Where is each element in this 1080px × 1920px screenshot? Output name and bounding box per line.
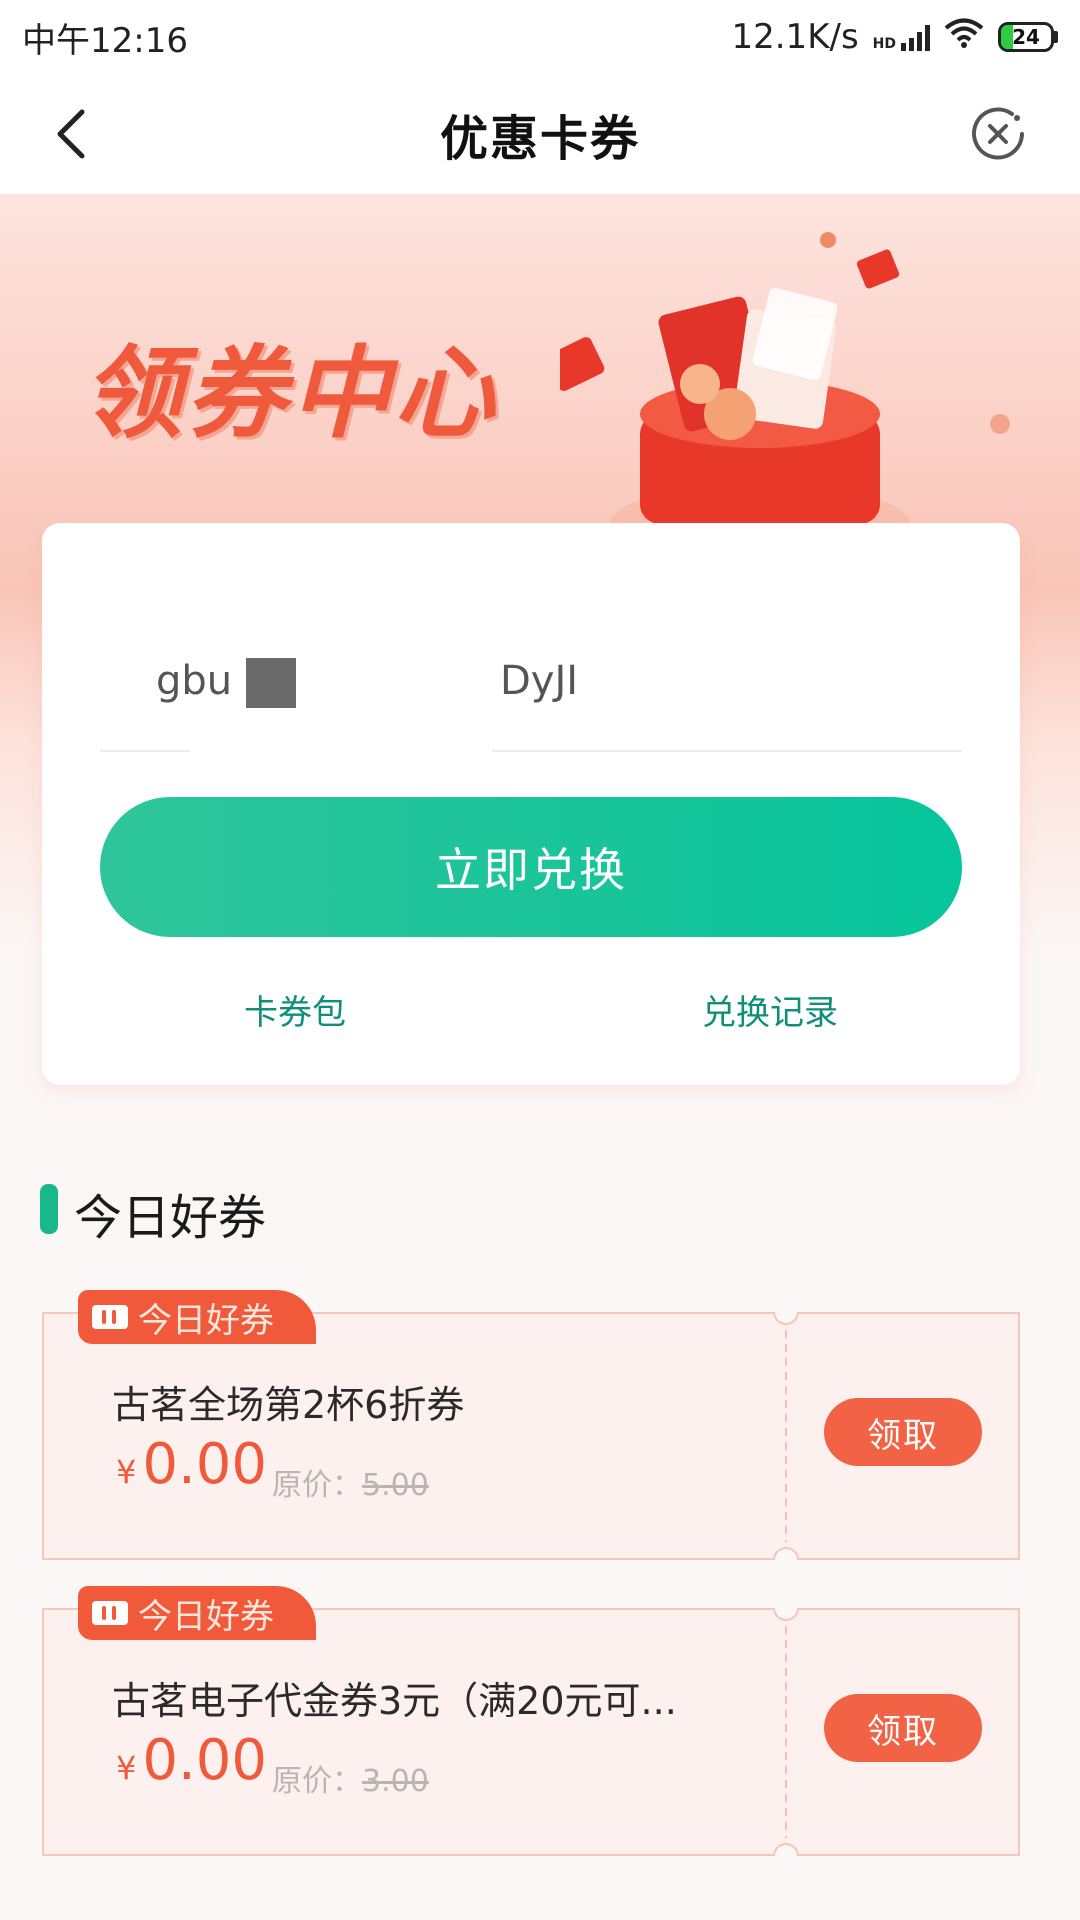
back-button[interactable] [42,102,106,166]
banner-title: 领券中心 [82,335,498,452]
redeem-history-link[interactable]: 兑换记录 [702,985,838,1034]
coupon-price: ¥ 0.00 [116,1432,267,1497]
close-circle-icon [972,107,1024,160]
wifi-icon [944,17,984,58]
code-segment-2: DyJI [500,658,579,704]
ticket-icon [92,1305,128,1329]
original-price: 原价：5.00 [272,1460,429,1504]
price-value: 0.00 [142,1432,268,1497]
coupon-card: 今日好券 古茗电子代金券3元（满20元可... ¥ 0.00 原价：3.00 领… [42,1586,1020,1856]
hd-signal-icon: HD [873,23,930,51]
original-price-label: 原价： [272,1764,362,1799]
coupon-name: 古茗全场第2杯6折券 [112,1383,465,1427]
coupon-tag: 今日好券 [78,1586,316,1640]
redeem-card: gbu DyJI 立即兑换 卡券包 兑换记录 [42,523,1020,1085]
original-price: 原价：3.00 [272,1756,429,1800]
status-bar: 中午12:16 12.1K/s HD 24 [0,0,1080,74]
coupon-wallet-link[interactable]: 卡券包 [244,985,346,1034]
redeem-now-button[interactable]: 立即兑换 [100,797,962,937]
coupon-price: ¥ 0.00 [116,1728,267,1793]
coupon-tag-label: 今日好券 [138,1596,274,1637]
currency-symbol: ¥ [116,1453,137,1491]
coupon-name: 古茗电子代金券3元（满20元可... [112,1679,677,1723]
section-accent-bar [40,1184,58,1234]
claim-button[interactable]: 领取 [824,1398,982,1466]
original-price-value: 3.00 [362,1764,429,1799]
coupon-tag: 今日好券 [78,1290,316,1344]
currency-symbol: ¥ [116,1749,137,1787]
close-button[interactable] [968,104,1028,164]
input-underline [100,750,190,752]
status-indicators: 12.1K/s HD 24 [731,17,1058,58]
status-time: 中午12:16 [22,20,188,61]
battery-icon: 24 [998,22,1058,52]
redeem-code-input[interactable]: gbu DyJI [100,618,962,752]
original-price-label: 原价： [272,1468,362,1503]
chevron-left-icon [57,109,85,159]
price-value: 0.00 [142,1728,268,1793]
code-segment-1: gbu [156,658,233,704]
coupon-card: 今日好券 古茗全场第2杯6折券 ¥ 0.00 原价：5.00 领取 [42,1290,1020,1560]
redaction-block [246,658,296,708]
battery-level: 24 [1012,25,1040,49]
network-speed: 12.1K/s [731,17,859,57]
section-title: 今日好券 [74,1190,267,1246]
coupon-tag-label: 今日好券 [138,1300,274,1341]
nav-header: 优惠卡券 [0,74,1080,194]
claim-button[interactable]: 领取 [824,1694,982,1762]
original-price-value: 5.00 [362,1468,429,1503]
ticket-icon [92,1601,128,1625]
input-underline [492,750,962,752]
page-title: 优惠卡券 [439,111,640,167]
